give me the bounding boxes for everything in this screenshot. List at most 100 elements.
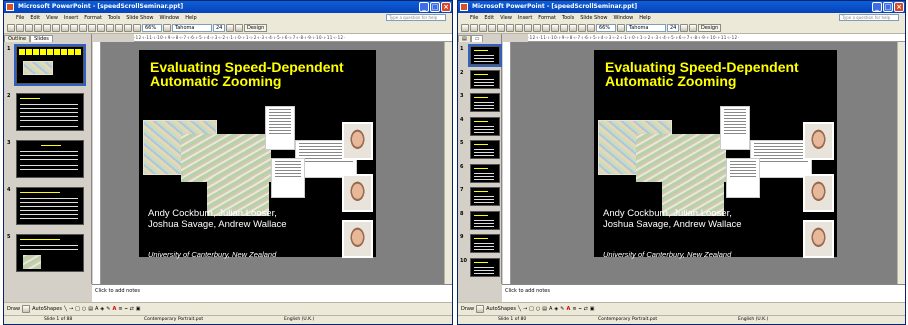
preview-icon[interactable] <box>497 23 505 32</box>
slide-thumbnail[interactable] <box>470 93 500 112</box>
help-search-input[interactable]: Type a question for help <box>386 14 446 21</box>
save-icon[interactable] <box>479 23 487 32</box>
bullets-icon[interactable] <box>689 23 697 32</box>
slide[interactable]: Evaluating Speed-Dependent Automatic Zoo… <box>594 50 837 259</box>
cut-icon[interactable] <box>61 23 69 32</box>
menu-window[interactable]: Window <box>614 15 634 21</box>
dash-style-icon[interactable]: ┅ <box>579 306 582 312</box>
arrow-icon[interactable]: → <box>523 306 527 312</box>
slide-thumbnail[interactable] <box>470 257 500 277</box>
font-size-combo[interactable]: 24 <box>213 23 225 32</box>
slide-thumbnail[interactable] <box>470 210 500 230</box>
spelling-icon[interactable] <box>52 23 60 32</box>
menu-tools[interactable]: Tools <box>108 15 120 21</box>
help-search-input[interactable]: Type a question for help <box>839 14 899 21</box>
draw-menu[interactable]: Draw <box>461 306 474 312</box>
cut-icon[interactable] <box>515 23 523 32</box>
autoshapes-menu[interactable]: AutoShapes <box>32 306 62 312</box>
slide-title[interactable]: Evaluating Speed-Dependent Automatic Zoo… <box>150 60 344 89</box>
print-icon[interactable] <box>34 23 42 32</box>
maximize-icon[interactable]: □ <box>430 2 440 12</box>
slide-affiliation[interactable]: University of Canterbury, New Zealand <box>603 250 731 259</box>
new-icon[interactable] <box>7 23 15 32</box>
redo-icon[interactable] <box>97 23 105 32</box>
notes-pane[interactable]: Click to add notes <box>92 284 452 302</box>
rectangle-icon[interactable]: □ <box>529 306 534 312</box>
paste-icon[interactable] <box>79 23 87 32</box>
help-icon[interactable] <box>163 23 171 32</box>
menu-window[interactable]: Window <box>160 15 180 21</box>
fill-color-icon[interactable]: ◈ <box>554 306 558 312</box>
font-name-combo[interactable]: Tahoma <box>626 23 666 32</box>
grid-icon[interactable] <box>578 23 586 32</box>
minimize-icon[interactable]: _ <box>419 2 429 12</box>
arrow-style-icon[interactable]: ⇄ <box>584 306 588 312</box>
line-color-icon[interactable]: ✎ <box>106 306 110 312</box>
autoshapes-menu[interactable]: AutoShapes <box>486 306 516 312</box>
select-pointer-icon[interactable] <box>476 305 485 313</box>
undo-icon[interactable] <box>542 23 550 32</box>
rectangle-icon[interactable]: □ <box>75 306 80 312</box>
tab-outline[interactable]: ▤ <box>458 35 471 42</box>
menu-help[interactable]: Help <box>639 15 650 21</box>
menu-file[interactable]: File <box>16 15 24 21</box>
arrow-icon[interactable]: → <box>69 306 73 312</box>
menu-view[interactable]: View <box>500 15 512 21</box>
paste-icon[interactable] <box>533 23 541 32</box>
chart-icon[interactable] <box>560 23 568 32</box>
print-icon[interactable] <box>488 23 496 32</box>
slide-thumbnail[interactable] <box>16 234 84 272</box>
open-icon[interactable] <box>16 23 24 32</box>
tab-outline[interactable]: Outline <box>4 35 31 42</box>
close-icon[interactable]: × <box>894 2 904 12</box>
textbox-icon[interactable]: ▤ <box>88 306 93 312</box>
menu-help[interactable]: Help <box>185 15 196 21</box>
bold-icon[interactable] <box>680 23 688 32</box>
open-icon[interactable] <box>470 23 478 32</box>
shadow-icon[interactable]: ▣ <box>590 306 595 312</box>
arrow-style-icon[interactable]: ⇄ <box>130 306 134 312</box>
slide-thumbnail[interactable] <box>16 140 84 178</box>
slide[interactable]: Evaluating Speed-Dependent Automatic Zoo… <box>139 50 376 259</box>
copy-icon[interactable] <box>70 23 78 32</box>
fill-color-icon[interactable]: ◈ <box>100 306 104 312</box>
slide-thumbnail[interactable] <box>468 44 502 67</box>
slide-authors[interactable]: Andy Cockburn, Julian Looser, Joshua Sav… <box>603 208 742 231</box>
preview-icon[interactable] <box>43 23 51 32</box>
help-icon[interactable] <box>617 23 625 32</box>
line-style-icon[interactable]: ≡ <box>118 306 122 312</box>
menu-view[interactable]: View <box>46 15 58 21</box>
chart-icon[interactable] <box>106 23 114 32</box>
font-name-combo[interactable]: Tahoma <box>172 23 212 32</box>
dash-style-icon[interactable]: ┅ <box>125 306 128 312</box>
bullets-icon[interactable] <box>235 23 243 32</box>
font-color-icon[interactable]: A <box>112 306 116 312</box>
notes-pane[interactable]: Click to add notes <box>502 284 905 302</box>
line-color-icon[interactable]: ✎ <box>560 306 564 312</box>
slide-thumbnail[interactable] <box>16 187 84 225</box>
close-icon[interactable]: × <box>441 2 451 12</box>
tab-slides[interactable]: Slides <box>30 35 53 42</box>
draw-menu[interactable]: Draw <box>7 306 20 312</box>
design-button[interactable]: Design <box>698 23 722 32</box>
menu-insert[interactable]: Insert <box>518 15 532 21</box>
slide-thumbnail[interactable] <box>16 93 84 131</box>
menu-slide-show[interactable]: Slide Show <box>126 15 153 21</box>
spelling-icon[interactable] <box>506 23 514 32</box>
table-icon[interactable] <box>115 23 123 32</box>
menu-file[interactable]: File <box>470 15 478 21</box>
save-icon[interactable] <box>25 23 33 32</box>
grid-icon[interactable] <box>124 23 132 32</box>
line-style-icon[interactable]: ≡ <box>572 306 576 312</box>
oval-icon[interactable]: ○ <box>536 306 540 312</box>
bold-icon[interactable] <box>226 23 234 32</box>
maximize-icon[interactable]: □ <box>883 2 893 12</box>
line-icon[interactable]: ╲ <box>518 306 521 312</box>
slide-thumbnail[interactable] <box>470 69 500 89</box>
undo-icon[interactable] <box>88 23 96 32</box>
menu-insert[interactable]: Insert <box>64 15 78 21</box>
tab-slides[interactable]: ▭ <box>470 35 484 42</box>
menu-format[interactable]: Format <box>538 15 556 21</box>
table-icon[interactable] <box>569 23 577 32</box>
expand-icon[interactable] <box>133 23 141 32</box>
